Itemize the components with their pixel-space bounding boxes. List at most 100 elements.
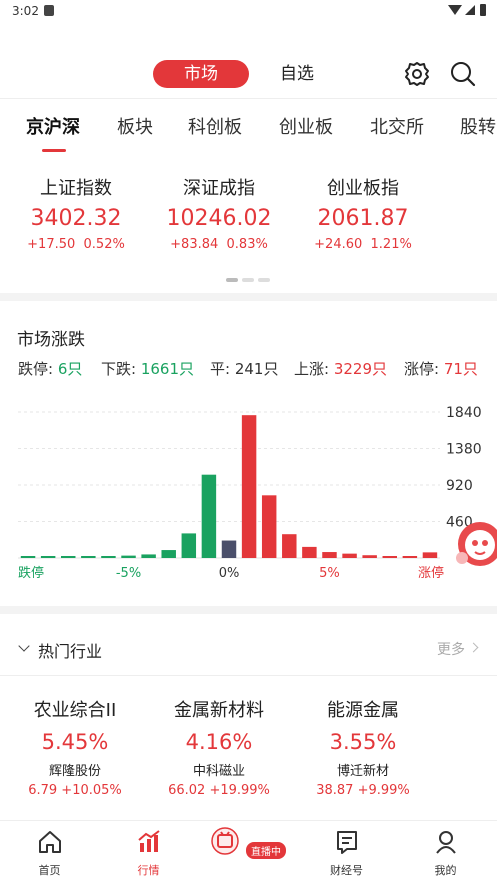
x-tick-label: 0% bbox=[219, 566, 240, 581]
live-badge: 直播中 bbox=[246, 842, 287, 859]
nav-home[interactable]: 首页 bbox=[0, 821, 99, 884]
battery-icon bbox=[480, 4, 486, 16]
industry-pct: 5.45% bbox=[41, 730, 109, 754]
chevron-right-icon[interactable] bbox=[468, 642, 479, 653]
stat-flat: 平: 241只 bbox=[210, 360, 279, 378]
y-tick-label: 1380 bbox=[446, 442, 482, 458]
x-tick-label: 5% bbox=[319, 566, 340, 581]
index-change: +24.60 1.21% bbox=[314, 237, 412, 252]
tab-neeq[interactable]: 股转 bbox=[460, 113, 496, 139]
mascot-icon[interactable] bbox=[448, 512, 497, 582]
tab-sector[interactable]: 板块 bbox=[117, 113, 153, 139]
active-tab-indicator bbox=[42, 149, 66, 152]
bar bbox=[20, 556, 36, 558]
hot-industries-header[interactable]: 热门行业 更多 bbox=[0, 620, 497, 676]
search-icon[interactable] bbox=[449, 60, 477, 88]
nav-live[interactable]: 直播中 bbox=[198, 821, 297, 884]
nav-mine[interactable]: 我的 bbox=[396, 821, 495, 884]
industry-card[interactable]: 农业综合II 5.45% 辉隆股份 6.79 +10.05% bbox=[0, 696, 150, 798]
bar bbox=[382, 556, 397, 558]
bar bbox=[322, 552, 337, 558]
bar bbox=[302, 546, 317, 558]
section-divider bbox=[0, 293, 497, 301]
nav-home-label: 首页 bbox=[38, 864, 61, 877]
bar bbox=[181, 533, 197, 558]
bar bbox=[241, 415, 257, 558]
tab-jinghushen[interactable]: 京沪深 bbox=[26, 113, 80, 139]
bar bbox=[101, 556, 116, 558]
notification-icon bbox=[44, 5, 54, 16]
nav-caijing-label: 财经号 bbox=[330, 864, 363, 877]
leading-stock: 中科磁业 bbox=[192, 764, 245, 779]
settings-icon[interactable] bbox=[403, 60, 431, 88]
nav-market[interactable]: 行情 bbox=[99, 821, 198, 884]
index-price: 3402.32 bbox=[30, 206, 122, 231]
leading-stock-price: 6.79 +10.05% bbox=[28, 783, 122, 798]
stat-down: 下跌: 1661只 bbox=[101, 360, 195, 378]
section-divider bbox=[0, 606, 497, 614]
wifi-icon bbox=[448, 5, 462, 15]
market-breadth-stats: 跌停: 6只 下跌: 1661只 平: 241只 上涨: 3229只 涨停: 7… bbox=[0, 358, 497, 380]
tab-bse[interactable]: 北交所 bbox=[370, 113, 424, 139]
nav-mine-label: 我的 bbox=[434, 864, 457, 877]
industry-name: 金属新材料 bbox=[174, 700, 264, 721]
stat-limit-down: 跌停: 6只 bbox=[18, 360, 83, 378]
index-card[interactable]: 上证指数 3402.32 +17.50 0.52% bbox=[1, 174, 151, 252]
index-name: 创业板指 bbox=[327, 178, 399, 199]
industry-pct: 4.16% bbox=[185, 730, 253, 754]
leading-stock: 博迁新材 bbox=[336, 764, 389, 779]
industry-card[interactable]: 金属新材料 4.16% 中科磁业 66.02 +19.99% bbox=[144, 696, 294, 798]
market-chart-icon bbox=[137, 830, 160, 852]
bar bbox=[81, 556, 96, 558]
bar bbox=[121, 555, 136, 558]
index-price: 2061.87 bbox=[317, 206, 409, 231]
index-name: 上证指数 bbox=[40, 178, 112, 199]
tab-star-market[interactable]: 科创板 bbox=[188, 113, 242, 139]
bar bbox=[141, 554, 156, 558]
index-change: +17.50 0.52% bbox=[27, 237, 125, 252]
industry-name: 能源金属 bbox=[327, 700, 399, 721]
bar bbox=[261, 495, 277, 558]
market-tab[interactable]: 市场 bbox=[153, 60, 249, 88]
more-link[interactable]: 更多 bbox=[437, 639, 465, 659]
leading-stock: 辉隆股份 bbox=[48, 764, 101, 779]
pager-dot bbox=[242, 278, 254, 282]
chevron-down-icon[interactable] bbox=[18, 640, 30, 652]
bar bbox=[342, 553, 357, 558]
industry-name: 农业综合II bbox=[33, 700, 117, 721]
stat-limit-up: 涨停: 71只 bbox=[404, 360, 478, 378]
market-breadth-title: 市场涨跌 bbox=[17, 330, 85, 350]
bottom-nav: 首页 行情 直播中 财经号 我的 bbox=[0, 820, 497, 883]
index-card[interactable]: 创业板指 2061.87 +24.60 1.21% bbox=[288, 174, 438, 252]
status-time: 3:02 bbox=[12, 4, 39, 18]
x-tick-label: 涨停 bbox=[418, 565, 444, 581]
bar bbox=[402, 556, 418, 558]
pager-dot bbox=[258, 278, 270, 282]
stat-up: 上涨: 3229只 bbox=[294, 360, 388, 378]
bar bbox=[221, 540, 237, 558]
industry-card[interactable]: 能源金属 3.55% 博迁新材 38.87 +9.99% bbox=[288, 696, 438, 798]
bar bbox=[40, 556, 56, 558]
caijing-icon bbox=[336, 831, 357, 854]
leading-stock-price: 38.87 +9.99% bbox=[316, 783, 410, 798]
index-cards: 上证指数 3402.32 +17.50 0.52% 深证成指 10246.02 … bbox=[0, 160, 497, 290]
tab-chinext[interactable]: 创业板 bbox=[279, 113, 333, 139]
x-tick-label: -5% bbox=[116, 566, 141, 581]
bar bbox=[61, 556, 76, 558]
user-icon bbox=[435, 831, 456, 854]
home-icon bbox=[38, 831, 61, 853]
bar bbox=[362, 555, 377, 558]
nav-market-label: 行情 bbox=[137, 864, 160, 877]
index-card[interactable]: 深证成指 10246.02 +83.84 0.83% bbox=[144, 174, 294, 252]
bar bbox=[422, 552, 438, 558]
pager-dot bbox=[226, 278, 238, 282]
y-tick-label: 920 bbox=[446, 478, 473, 494]
market-tabs: 京沪深 板块 科创板 创业板 北交所 股转 bbox=[0, 98, 497, 154]
industry-cards: 农业综合II 5.45% 辉隆股份 6.79 +10.05% 金属新材料 4.1… bbox=[0, 690, 497, 810]
hot-industries-title: 热门行业 bbox=[38, 642, 103, 661]
nav-caijing[interactable]: 财经号 bbox=[297, 821, 396, 884]
live-tv-icon bbox=[211, 827, 239, 855]
signal-icon bbox=[465, 5, 475, 15]
x-tick-label: 跌停 bbox=[18, 565, 44, 581]
watchlist-tab[interactable]: 自选 bbox=[262, 60, 332, 88]
